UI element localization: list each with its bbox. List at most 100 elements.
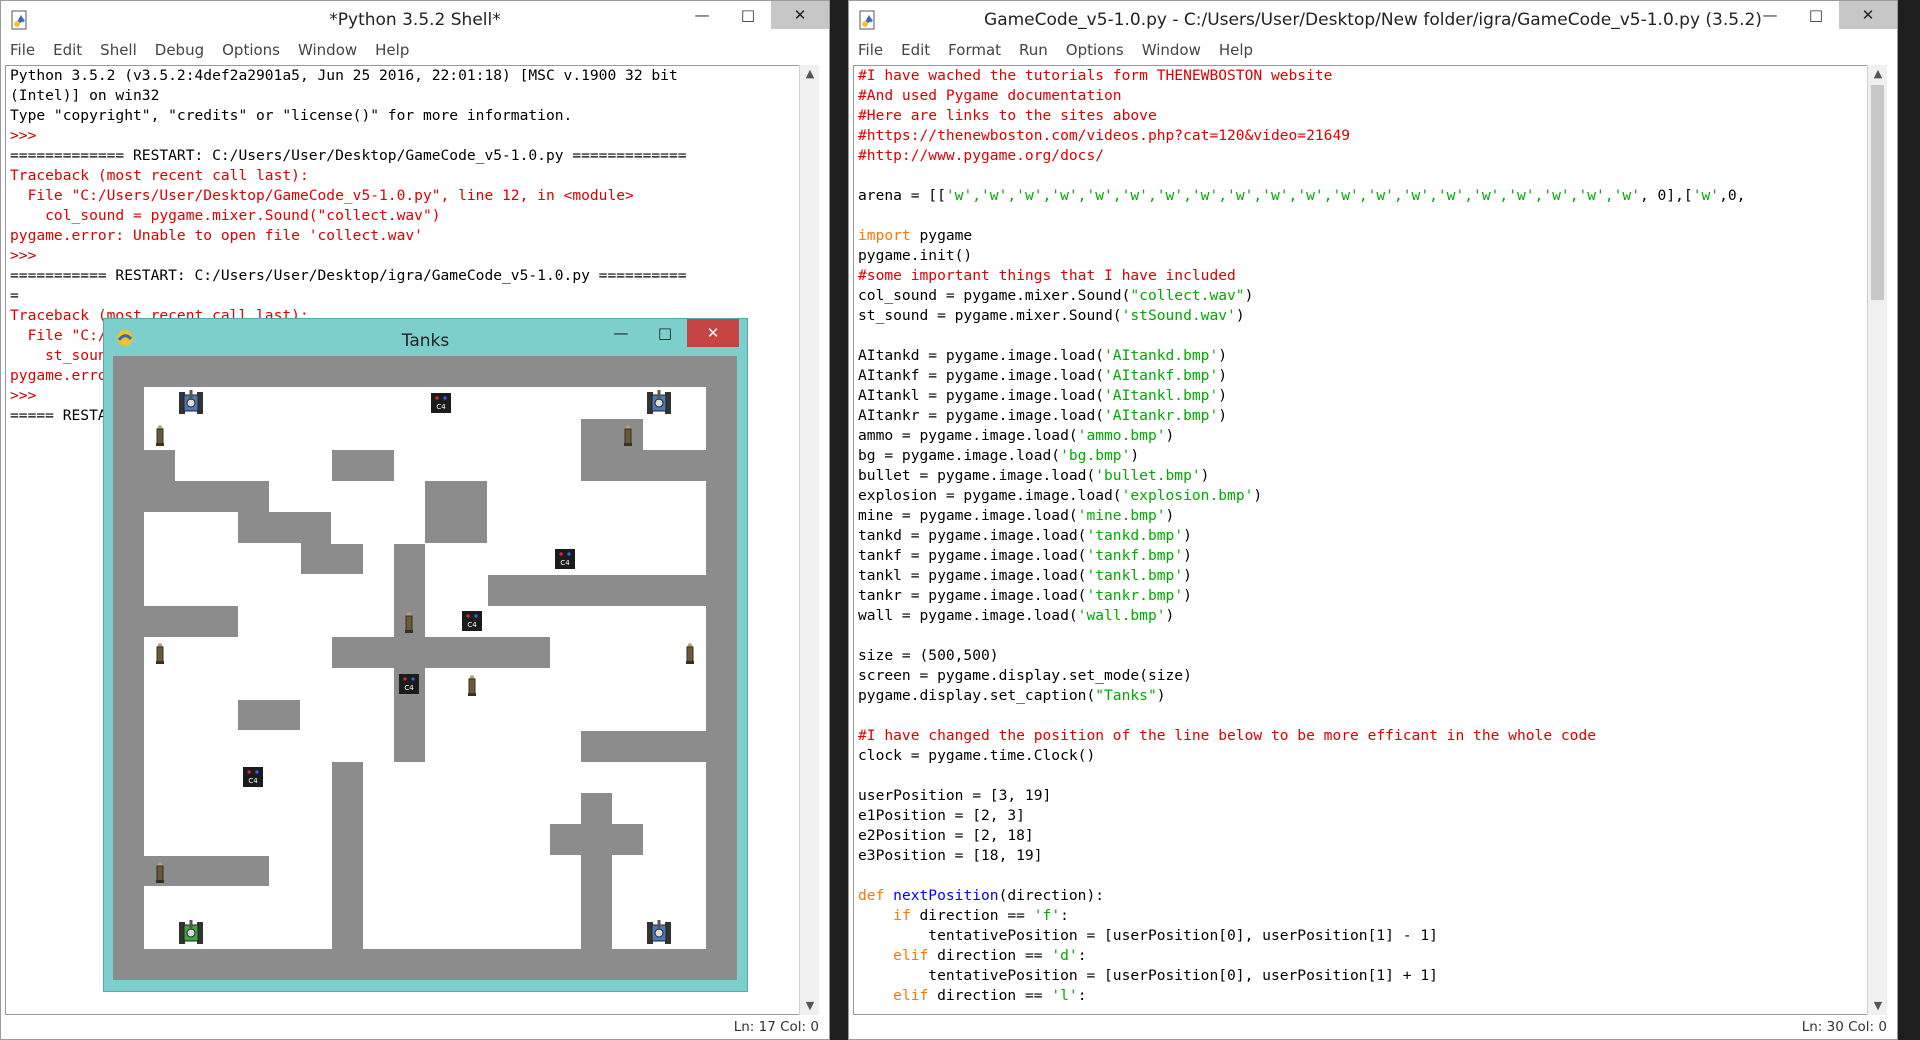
floor-tile bbox=[144, 668, 176, 700]
shell-menu-help[interactable]: Help bbox=[366, 39, 418, 63]
floor-tile bbox=[393, 792, 426, 825]
scrollbar-thumb[interactable] bbox=[1871, 85, 1884, 300]
floor-tile bbox=[518, 730, 551, 763]
floor-tile bbox=[393, 480, 426, 513]
floor-tile bbox=[456, 761, 488, 794]
floor-tile bbox=[362, 761, 395, 794]
floor-tile bbox=[518, 387, 551, 419]
editor-scrollbar[interactable]: ▲ ▼ bbox=[1867, 65, 1887, 1015]
shell-scrollbar[interactable]: ▲ ▼ bbox=[799, 65, 819, 1015]
floor-tile bbox=[425, 449, 457, 482]
editor-menu-edit[interactable]: Edit bbox=[892, 39, 939, 63]
scroll-down-arrow-icon[interactable]: ▼ bbox=[800, 997, 820, 1015]
floor-tile bbox=[612, 512, 644, 544]
floor-tile bbox=[643, 792, 676, 825]
floor-tile bbox=[425, 574, 457, 607]
floor-tile bbox=[674, 792, 707, 825]
floor-tile bbox=[518, 761, 551, 794]
floor-tile bbox=[549, 699, 582, 731]
shell-menu-debug[interactable]: Debug bbox=[146, 39, 213, 63]
code-line: mine = pygame.image.load('mine.bmp') bbox=[858, 507, 1175, 524]
floor-tile bbox=[206, 512, 239, 544]
shell-menu-options[interactable]: Options bbox=[213, 39, 289, 63]
floor-tile bbox=[362, 699, 395, 731]
minimize-button[interactable]: — bbox=[601, 319, 641, 347]
floor-tile bbox=[487, 480, 520, 513]
floor-tile bbox=[237, 668, 270, 700]
code-line: tankl = pygame.image.load('tankl.bmp') bbox=[858, 567, 1192, 584]
maximize-button[interactable]: □ bbox=[645, 319, 685, 347]
floor-tile bbox=[300, 636, 332, 669]
maximize-button[interactable]: □ bbox=[1793, 1, 1839, 29]
floor-tile bbox=[331, 605, 364, 638]
floor-tile bbox=[300, 699, 332, 731]
floor-tile bbox=[456, 730, 488, 763]
floor-tile bbox=[549, 855, 582, 887]
floor-tile bbox=[456, 699, 488, 731]
shell-line: = bbox=[10, 287, 19, 304]
minimize-button[interactable]: — bbox=[679, 1, 725, 29]
maximize-button[interactable]: □ bbox=[725, 1, 771, 29]
shell-menu-file[interactable]: File bbox=[1, 39, 44, 63]
close-button[interactable]: ✕ bbox=[1839, 1, 1897, 29]
floor-tile bbox=[144, 512, 176, 544]
mine-icon: C4 bbox=[425, 387, 456, 418]
editor-menu-run[interactable]: Run bbox=[1010, 39, 1057, 63]
code-line: #Here are links to the sites above bbox=[858, 107, 1157, 124]
floor-tile bbox=[518, 512, 551, 544]
code-line: clock = pygame.time.Clock() bbox=[858, 747, 1096, 764]
editor-titlebar[interactable]: GameCode_v5-1.0.py - C:/Users/User/Deskt… bbox=[849, 1, 1897, 37]
close-button[interactable]: ✕ bbox=[771, 1, 829, 29]
code-line: tentativePosition = [userPosition[0], us… bbox=[858, 927, 1438, 944]
floor-tile bbox=[237, 543, 270, 575]
editor-menu-file[interactable]: File bbox=[849, 39, 892, 63]
editor-menu-format[interactable]: Format bbox=[939, 39, 1010, 63]
floor-tile bbox=[487, 824, 520, 856]
scroll-down-arrow-icon[interactable]: ▼ bbox=[1868, 997, 1888, 1015]
code-line: screen = pygame.display.set_mode(size) bbox=[858, 667, 1192, 684]
floor-tile bbox=[425, 543, 457, 575]
tanks-game-window: Tanks — □ ✕ C4 C4 C4 C4 C4 bbox=[103, 318, 748, 992]
floor-tile bbox=[144, 824, 176, 856]
shell-titlebar[interactable]: *Python 3.5.2 Shell* — □ ✕ bbox=[1, 1, 829, 37]
editor-menu-window[interactable]: Window bbox=[1133, 39, 1210, 63]
minimize-button[interactable]: — bbox=[1747, 1, 1793, 29]
shell-menu-window[interactable]: Window bbox=[289, 39, 366, 63]
floor-tile bbox=[643, 543, 676, 575]
floor-tile bbox=[206, 574, 239, 607]
mine-icon: C4 bbox=[456, 606, 487, 637]
floor-tile bbox=[549, 761, 582, 794]
floor-tile bbox=[518, 668, 551, 700]
mine-icon: C4 bbox=[550, 543, 581, 574]
ammo-icon bbox=[675, 637, 706, 668]
enemy-tank-icon bbox=[643, 918, 674, 949]
floor-tile bbox=[206, 824, 239, 856]
scroll-up-arrow-icon[interactable]: ▲ bbox=[1868, 65, 1888, 83]
code-line: #I have wached the tutorials form THENEW… bbox=[858, 67, 1333, 84]
floor-tile bbox=[456, 543, 488, 575]
floor-tile bbox=[237, 636, 270, 669]
floor-tile bbox=[393, 761, 426, 794]
close-button[interactable]: ✕ bbox=[687, 319, 739, 347]
floor-tile bbox=[643, 824, 676, 856]
floor-tile bbox=[581, 512, 613, 544]
editor-menu-options[interactable]: Options bbox=[1057, 39, 1133, 63]
scroll-up-arrow-icon[interactable]: ▲ bbox=[800, 65, 820, 83]
floor-tile bbox=[300, 886, 332, 919]
code-line: tankf = pygame.image.load('tankf.bmp') bbox=[858, 547, 1192, 564]
floor-tile bbox=[269, 855, 301, 887]
shell-menu-edit[interactable]: Edit bbox=[44, 39, 91, 63]
floor-tile bbox=[487, 668, 520, 700]
shell-menu-shell[interactable]: Shell bbox=[91, 39, 146, 63]
code-editor-area[interactable]: #I have wached the tutorials form THENEW… bbox=[853, 65, 1868, 1015]
floor-tile bbox=[300, 449, 332, 482]
game-arena[interactable]: C4 C4 C4 C4 C4 bbox=[113, 356, 737, 980]
code-line: bullet = pygame.image.load('bullet.bmp') bbox=[858, 467, 1210, 484]
editor-menu-help[interactable]: Help bbox=[1210, 39, 1262, 63]
floor-tile bbox=[269, 574, 301, 607]
editor-title: GameCode_v5-1.0.py - C:/Users/User/Deskt… bbox=[984, 10, 1762, 30]
floor-tile bbox=[175, 543, 208, 575]
